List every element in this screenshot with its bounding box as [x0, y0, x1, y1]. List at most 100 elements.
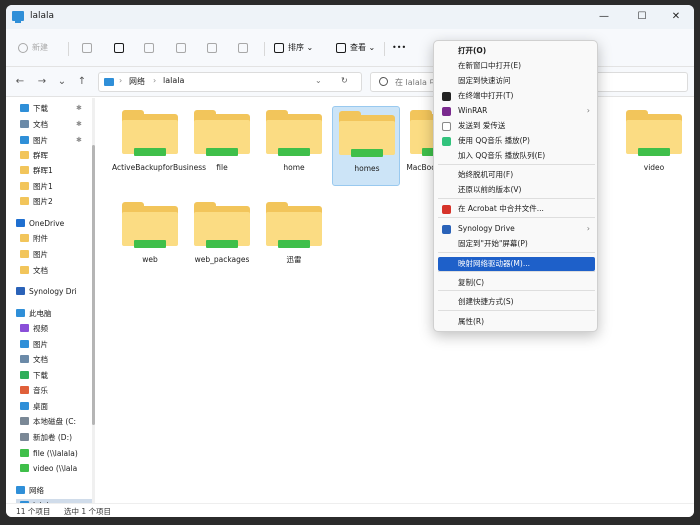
sidebar-item[interactable]: 群晖: [16, 149, 93, 163]
sidebar-item-icon: [20, 371, 29, 379]
folder-item[interactable]: homes: [332, 106, 400, 186]
folder-item[interactable]: video: [620, 106, 688, 186]
network-share-icon: [278, 240, 310, 248]
sidebar-scrollbar-thumb[interactable]: [92, 145, 95, 425]
context-menu-item[interactable]: Synology Drive ›: [438, 222, 595, 236]
sidebar-item[interactable]: 视频: [16, 322, 93, 336]
sidebar-item[interactable]: 附件: [16, 232, 93, 246]
sort-button[interactable]: 排序 ⌄: [274, 37, 313, 59]
plus-icon: [18, 42, 28, 53]
address-bar[interactable]: › 网络 › lalala ⌄ ↻: [98, 72, 362, 92]
context-menu-item[interactable]: 发送到 爱传送: [438, 119, 595, 133]
context-menu-item[interactable]: 固定到"开始"屏幕(P): [438, 237, 595, 251]
toolbar-divider: [384, 42, 385, 56]
refresh-button[interactable]: ↻: [341, 76, 348, 85]
context-menu-item[interactable]: 固定到快速访问: [438, 74, 595, 88]
more-options-button[interactable]: •••: [392, 37, 406, 59]
chevron-right-icon: ›: [586, 224, 590, 233]
sidebar-item[interactable]: OneDrive: [12, 217, 93, 231]
context-menu-item[interactable]: 还原以前的版本(V): [438, 183, 595, 197]
sidebar-item[interactable]: 音乐: [16, 384, 93, 398]
context-menu-item[interactable]: 创建快捷方式(S): [438, 295, 595, 309]
sidebar-item[interactable]: 本地磁盘 (C:: [16, 415, 93, 429]
back-button[interactable]: ←: [12, 74, 28, 90]
delete-button[interactable]: [238, 37, 252, 59]
sidebar-item[interactable]: 此电脑: [12, 307, 93, 321]
new-button[interactable]: 新建: [18, 37, 48, 59]
sidebar-item[interactable]: Synology Dri: [12, 285, 93, 299]
cut-button[interactable]: [82, 37, 96, 59]
sidebar-item-icon: [20, 449, 29, 457]
rename-button[interactable]: [176, 37, 190, 59]
folder-label: file: [216, 163, 228, 172]
view-button[interactable]: 查看 ⌄: [336, 37, 375, 59]
close-button[interactable]: ✕: [658, 5, 694, 29]
folder-item[interactable]: home: [260, 106, 328, 186]
context-menu-item[interactable]: 在 Acrobat 中合并文件...: [438, 202, 595, 216]
sidebar-item[interactable]: file (\\lalala): [16, 447, 93, 461]
menu-item-label: 使用 QQ音乐 播放(P): [458, 136, 530, 145]
folder-item[interactable]: web_packages: [188, 198, 256, 278]
history-dropdown[interactable]: ⌄: [54, 74, 70, 90]
sidebar-item[interactable]: 文档: [16, 264, 93, 278]
sidebar-item-icon: [20, 120, 29, 128]
copy-button[interactable]: [114, 37, 128, 59]
menu-item-label: Synology Drive: [458, 224, 515, 233]
folder-item[interactable]: web: [116, 198, 184, 278]
menu-item-icon: [442, 122, 451, 131]
paste-button[interactable]: [144, 37, 158, 59]
sidebar-item[interactable]: 下载: [16, 369, 93, 383]
context-menu-item[interactable]: 映射网络驱动器(M)...: [438, 257, 595, 271]
share-button[interactable]: [207, 37, 221, 59]
sidebar-item[interactable]: 图片1: [16, 180, 93, 194]
folder-item[interactable]: 迅雷: [260, 198, 328, 278]
network-share-icon: [206, 148, 238, 156]
folder-item[interactable]: ActiveBackupforBusiness: [112, 106, 206, 186]
context-menu-item[interactable]: 在终端中打开(T): [438, 89, 595, 103]
sidebar-item-icon: [20, 324, 29, 332]
context-menu-item[interactable]: 加入 QQ音乐 播放队列(E): [438, 149, 595, 163]
forward-button[interactable]: →: [34, 74, 50, 90]
sidebar-item-label: 文档: [33, 355, 48, 364]
menu-item-label: 始终脱机可用(F): [458, 170, 514, 179]
sidebar-item[interactable]: 文档: [16, 353, 93, 367]
sidebar-item[interactable]: 网络: [12, 484, 93, 498]
sidebar-item-label: 附件: [33, 234, 48, 243]
sidebar-item-icon: [20, 433, 29, 441]
sidebar-item-icon: [20, 197, 29, 205]
address-dropdown[interactable]: ⌄: [315, 76, 322, 85]
menu-item-label: 复制(C): [458, 278, 485, 287]
context-menu-item[interactable]: 属性(R): [438, 315, 595, 329]
context-menu-item[interactable]: 在新窗口中打开(E): [438, 59, 595, 73]
context-menu-item[interactable]: 复制(C): [438, 276, 595, 290]
menu-item-label: 在终端中打开(T): [458, 91, 514, 100]
context-menu-item[interactable]: 打开(O): [438, 44, 595, 58]
sidebar-item-label: 音乐: [33, 386, 48, 395]
breadcrumb-lalala[interactable]: lalala: [163, 76, 184, 85]
network-share-icon: [134, 148, 166, 156]
sidebar-item[interactable]: video (\\lala: [16, 462, 93, 476]
context-menu-item[interactable]: 使用 QQ音乐 播放(P): [438, 134, 595, 148]
sidebar-item[interactable]: 图片: [16, 338, 93, 352]
sidebar-item[interactable]: 群晖1: [16, 164, 93, 178]
search-icon: [379, 77, 388, 86]
pin-icon: ✱: [76, 136, 82, 144]
navigation-pane: 下载 ✱ 文档 ✱ 图片 ✱ 群晖 群晖1 图片1 图片2 OneDrive 附件 图片 文档 Synolo…: [6, 98, 93, 503]
menu-separator: [438, 252, 595, 253]
breadcrumb-separator: ›: [153, 76, 157, 85]
sidebar-item[interactable]: 桌面: [16, 400, 93, 414]
breadcrumb-network[interactable]: 网络: [129, 76, 145, 87]
maximize-button[interactable]: ☐: [624, 5, 660, 29]
up-button[interactable]: ↑: [74, 74, 90, 90]
context-menu-item[interactable]: WinRAR ›: [438, 104, 595, 118]
sidebar-item[interactable]: 图片: [16, 248, 93, 262]
menu-item-label: 在 Acrobat 中合并文件...: [458, 204, 544, 213]
folder-item[interactable]: file: [188, 106, 256, 186]
copy-icon: [114, 42, 124, 53]
sidebar-item[interactable]: 图片2: [16, 195, 93, 209]
minimize-button[interactable]: —: [586, 5, 622, 29]
window-title: lalala: [30, 11, 55, 21]
sidebar-item[interactable]: 新加卷 (D:): [16, 431, 93, 445]
network-share-icon: [351, 149, 383, 157]
context-menu-item[interactable]: 始终脱机可用(F): [438, 168, 595, 182]
